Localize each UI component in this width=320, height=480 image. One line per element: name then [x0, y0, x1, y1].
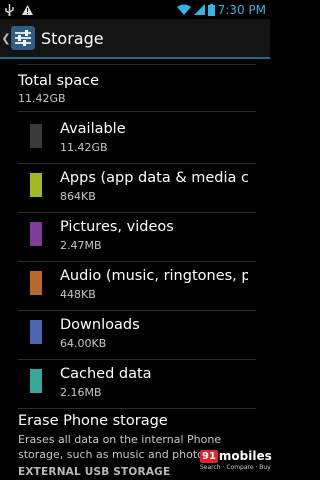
wifi-icon: [176, 4, 191, 15]
storage-item-pictures[interactable]: Pictures, videos 2.47MB: [0, 213, 270, 261]
action-bar: ❮ Storage: [0, 19, 270, 57]
watermark-logo: 91 mobiles Search · Compare · Buy: [200, 449, 272, 475]
divider: [18, 408, 256, 409]
battery-icon: [207, 3, 215, 16]
action-bar-divider: [0, 57, 270, 59]
color-swatch: [30, 320, 42, 344]
page-title: Storage: [41, 28, 104, 48]
storage-item-label: Downloads: [60, 317, 140, 333]
watermark-text: mobiles: [218, 449, 272, 463]
storage-item-label: Audio (music, ringtones, podcasts, etc.): [60, 268, 248, 284]
erase-storage-title: Erase Phone storage: [18, 413, 168, 429]
storage-item-label: Cached data: [60, 366, 152, 382]
storage-item-label: Apps (app data & media content): [60, 170, 248, 186]
storage-item-apps[interactable]: Apps (app data & media content) 864KB: [0, 164, 270, 212]
storage-item-label: Available: [60, 121, 126, 137]
watermark-number: 91: [200, 449, 218, 463]
settings-sliders-icon[interactable]: [11, 26, 35, 50]
color-swatch: [30, 124, 42, 148]
total-space-title: Total space: [18, 73, 100, 89]
storage-item-size: 2.16MB: [60, 386, 102, 399]
usb-icon: [5, 3, 14, 16]
divider: [18, 111, 256, 112]
watermark-tagline: Search · Compare · Buy: [200, 464, 271, 471]
status-bar: 7:30 PM: [0, 0, 270, 19]
total-space-value: 11.42GB: [18, 92, 66, 105]
storage-item-size: 864KB: [60, 190, 96, 203]
storage-item-available[interactable]: Available 11.42GB: [0, 115, 270, 163]
storage-item-downloads[interactable]: Downloads 64.00KB: [0, 311, 270, 359]
divider: [18, 64, 256, 65]
color-swatch: [30, 173, 42, 197]
storage-item-size: 2.47MB: [60, 239, 102, 252]
storage-item-size: 64.00KB: [60, 337, 107, 350]
total-space: Total space 11.42GB: [18, 73, 99, 105]
color-swatch: [30, 369, 42, 393]
status-time: 7:30 PM: [217, 2, 266, 17]
color-swatch: [30, 222, 42, 246]
chevron-left-icon[interactable]: ❮: [1, 32, 11, 45]
storage-item-cached[interactable]: Cached data 2.16MB: [0, 360, 270, 408]
storage-item-label: Pictures, videos: [60, 219, 174, 235]
storage-item-size: 448KB: [60, 288, 96, 301]
storage-item-size: 11.42GB: [60, 141, 108, 154]
signal-icon: [193, 4, 205, 15]
warning-icon: [22, 4, 33, 15]
color-swatch: [30, 271, 42, 295]
section-header-external-usb: EXTERNAL USB STORAGE: [18, 466, 171, 478]
storage-item-audio[interactable]: Audio (music, ringtones, podcasts, etc.)…: [0, 262, 270, 310]
